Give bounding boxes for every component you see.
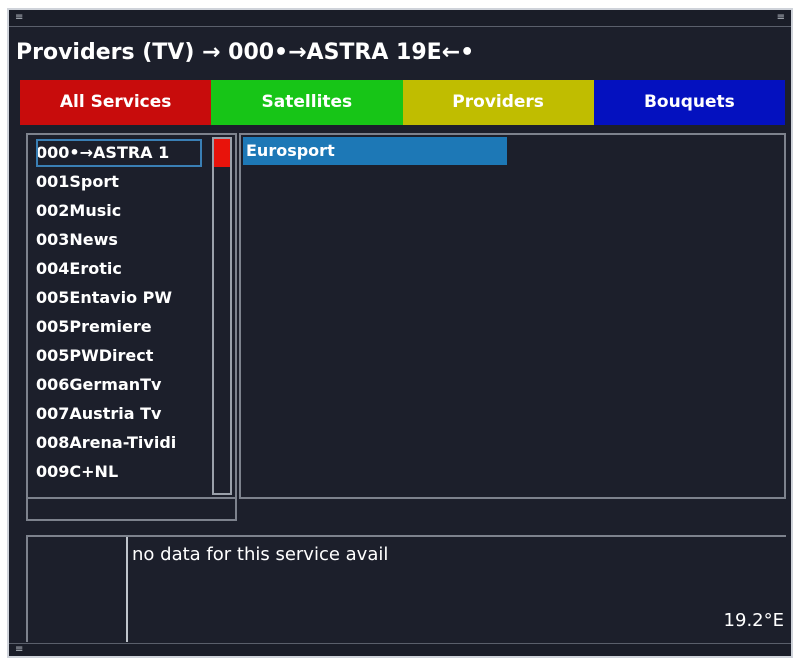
divider [126, 537, 128, 642]
page-title: Providers (TV) → 000•→ASTRA 19E←• [16, 40, 475, 65]
provider-scrollbar[interactable] [212, 137, 232, 495]
epg-info-panel: no data for this service avail 19.2°E [26, 535, 786, 642]
color-button-bar: All Services Satellites Providers Bouque… [20, 80, 785, 125]
grip-icon: ≡ [776, 12, 785, 23]
list-item[interactable]: 006GermanTv [36, 371, 202, 399]
list-item[interactable]: 005Entavio PW [36, 284, 202, 312]
list-item[interactable]: 009C+NL [36, 458, 202, 486]
grip-icon: ≡ [15, 644, 24, 655]
list-item[interactable]: 002Music [36, 197, 202, 225]
bouquets-button[interactable]: Bouquets [593, 80, 785, 125]
service-list[interactable]: Eurosport [239, 133, 786, 499]
list-item[interactable]: 001Sport [36, 168, 202, 196]
window-bottom-bar: ≡ [9, 643, 791, 656]
scroll-thumb[interactable] [214, 139, 230, 167]
list-item[interactable]: 004Erotic [36, 255, 202, 283]
providers-button[interactable]: Providers [402, 80, 594, 125]
list-item[interactable]: 005PWDirect [36, 342, 202, 370]
list-item[interactable]: 008Arena-Tividi [36, 429, 202, 457]
window-top-bar: ≡ ≡ [9, 10, 791, 27]
satellites-button[interactable]: Satellites [211, 80, 403, 125]
list-item[interactable]: 000•→ASTRA 1 [36, 139, 202, 167]
all-services-button[interactable]: All Services [20, 80, 212, 125]
grip-icon: ≡ [15, 12, 24, 23]
orbital-position: 19.2°E [723, 610, 784, 631]
epg-text: no data for this service avail [132, 544, 389, 565]
list-item[interactable]: 007Austria Tv [36, 400, 202, 428]
provider-list[interactable]: 000•→ASTRA 1 001Sport 002Music 003News 0… [26, 133, 237, 521]
list-item[interactable]: 003News [36, 226, 202, 254]
list-item[interactable]: 005Premiere [36, 313, 202, 341]
list-item[interactable]: Eurosport [243, 137, 507, 165]
divider [28, 497, 235, 499]
